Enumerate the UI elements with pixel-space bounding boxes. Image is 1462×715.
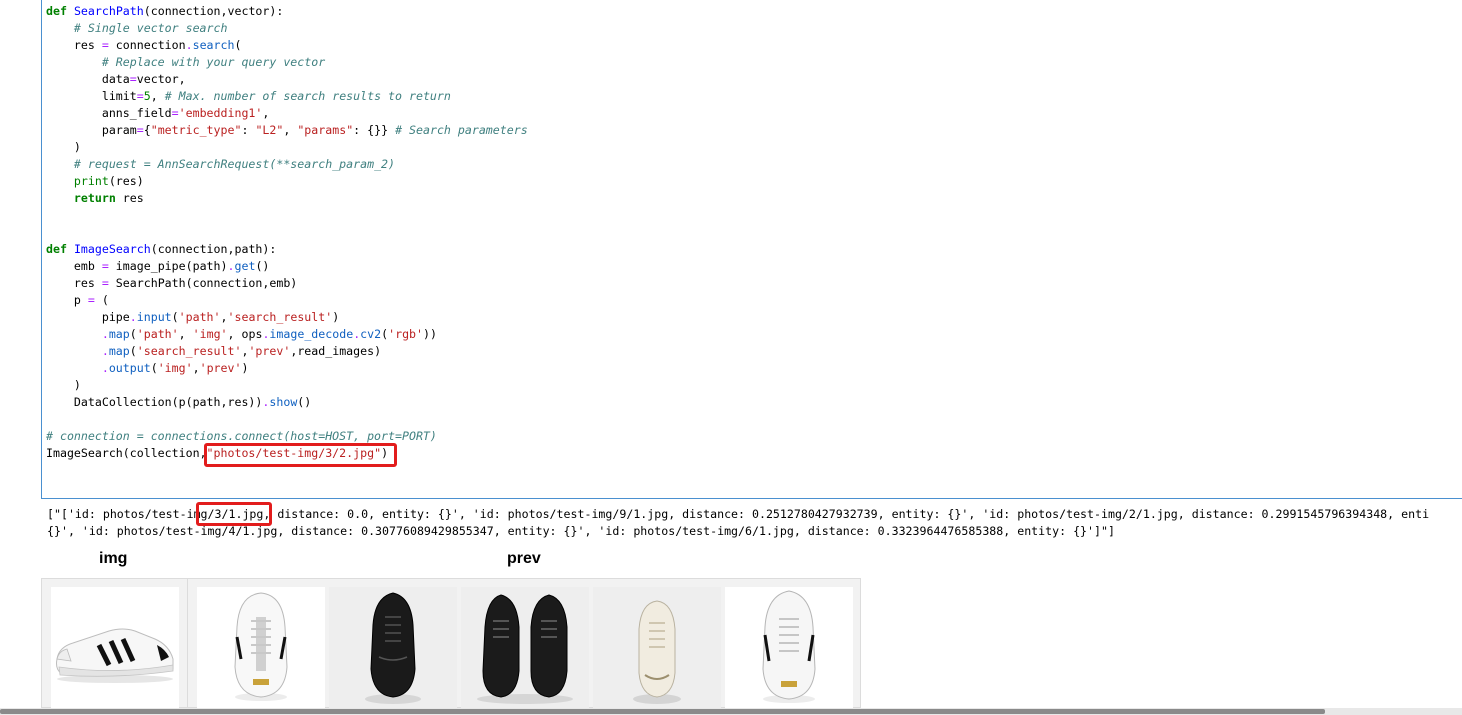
- code-line-18: p = (: [46, 293, 109, 307]
- result-table: [41, 578, 861, 709]
- code-line-23: ): [46, 378, 81, 392]
- code-line-12: return res: [73, 191, 144, 205]
- cream-sneaker-top-icon: [633, 600, 681, 704]
- code-line-17: res = SearchPath(connection,emb): [46, 276, 298, 290]
- highlight-box-query-path: [204, 443, 397, 467]
- prev-thumbnail-3: [461, 587, 589, 709]
- horizontal-scrollbar-thumb[interactable]: [0, 709, 1325, 714]
- code-line-24: DataCollection(p(path,res)).show(): [46, 395, 312, 409]
- code-line-6: limit=5, # Max. number of search results…: [46, 89, 451, 103]
- black-runner-pair-top-icon: [477, 594, 573, 704]
- code-line-16: emb = image_pipe(path).get(): [46, 259, 270, 273]
- prev-thumbnail-4: [593, 587, 721, 709]
- code-line-2: # Single vector search: [73, 21, 228, 35]
- code-line-19: pipe.input('path','search_result'): [46, 310, 340, 324]
- code-line-22: .output('img','prev'): [101, 361, 249, 375]
- column-header-prev: prev: [507, 550, 541, 567]
- code-line-7: anns_field='embedding1',: [46, 106, 270, 120]
- code-line-5: data=vector,: [46, 72, 186, 86]
- white-sneaker-side-icon: [56, 628, 174, 683]
- code-line-20: .map('path', 'img', ops.image_decode.cv2…: [101, 327, 437, 341]
- code-line-15: def ImageSearch(connection,path):: [46, 242, 277, 256]
- prev-thumbnail-1: [197, 587, 325, 709]
- code-editor[interactable]: def SearchPath(connection,vector): # Sin…: [46, 3, 528, 462]
- white-sneaker-top-2-icon: [762, 590, 816, 703]
- highlight-box-result-path: [196, 502, 272, 526]
- code-line-8: param={"metric_type": "L2", "params": {}…: [46, 123, 528, 137]
- code-line-1: def SearchPath(connection,vector):: [46, 4, 284, 18]
- code-line-3: res = connection.search(: [46, 38, 242, 52]
- white-sneaker-top-icon: [234, 592, 288, 701]
- code-line-9: ): [46, 140, 81, 154]
- black-runner-top-icon: [365, 592, 421, 704]
- prev-thumbnail-5: [725, 587, 853, 709]
- img-thumbnail: [51, 587, 179, 709]
- column-divider: [187, 579, 188, 709]
- code-line-4: # Replace with your query vector: [101, 55, 326, 69]
- code-line-21: .map('search_result','prev',read_images): [101, 344, 382, 358]
- code-line-10: # request = AnnSearchRequest(**search_pa…: [73, 157, 396, 171]
- code-line-11: print(res): [73, 174, 144, 188]
- code-cell[interactable]: def SearchPath(connection,vector): # Sin…: [41, 0, 1462, 499]
- prev-thumbnail-2: [329, 587, 457, 709]
- column-header-img: img: [99, 550, 128, 567]
